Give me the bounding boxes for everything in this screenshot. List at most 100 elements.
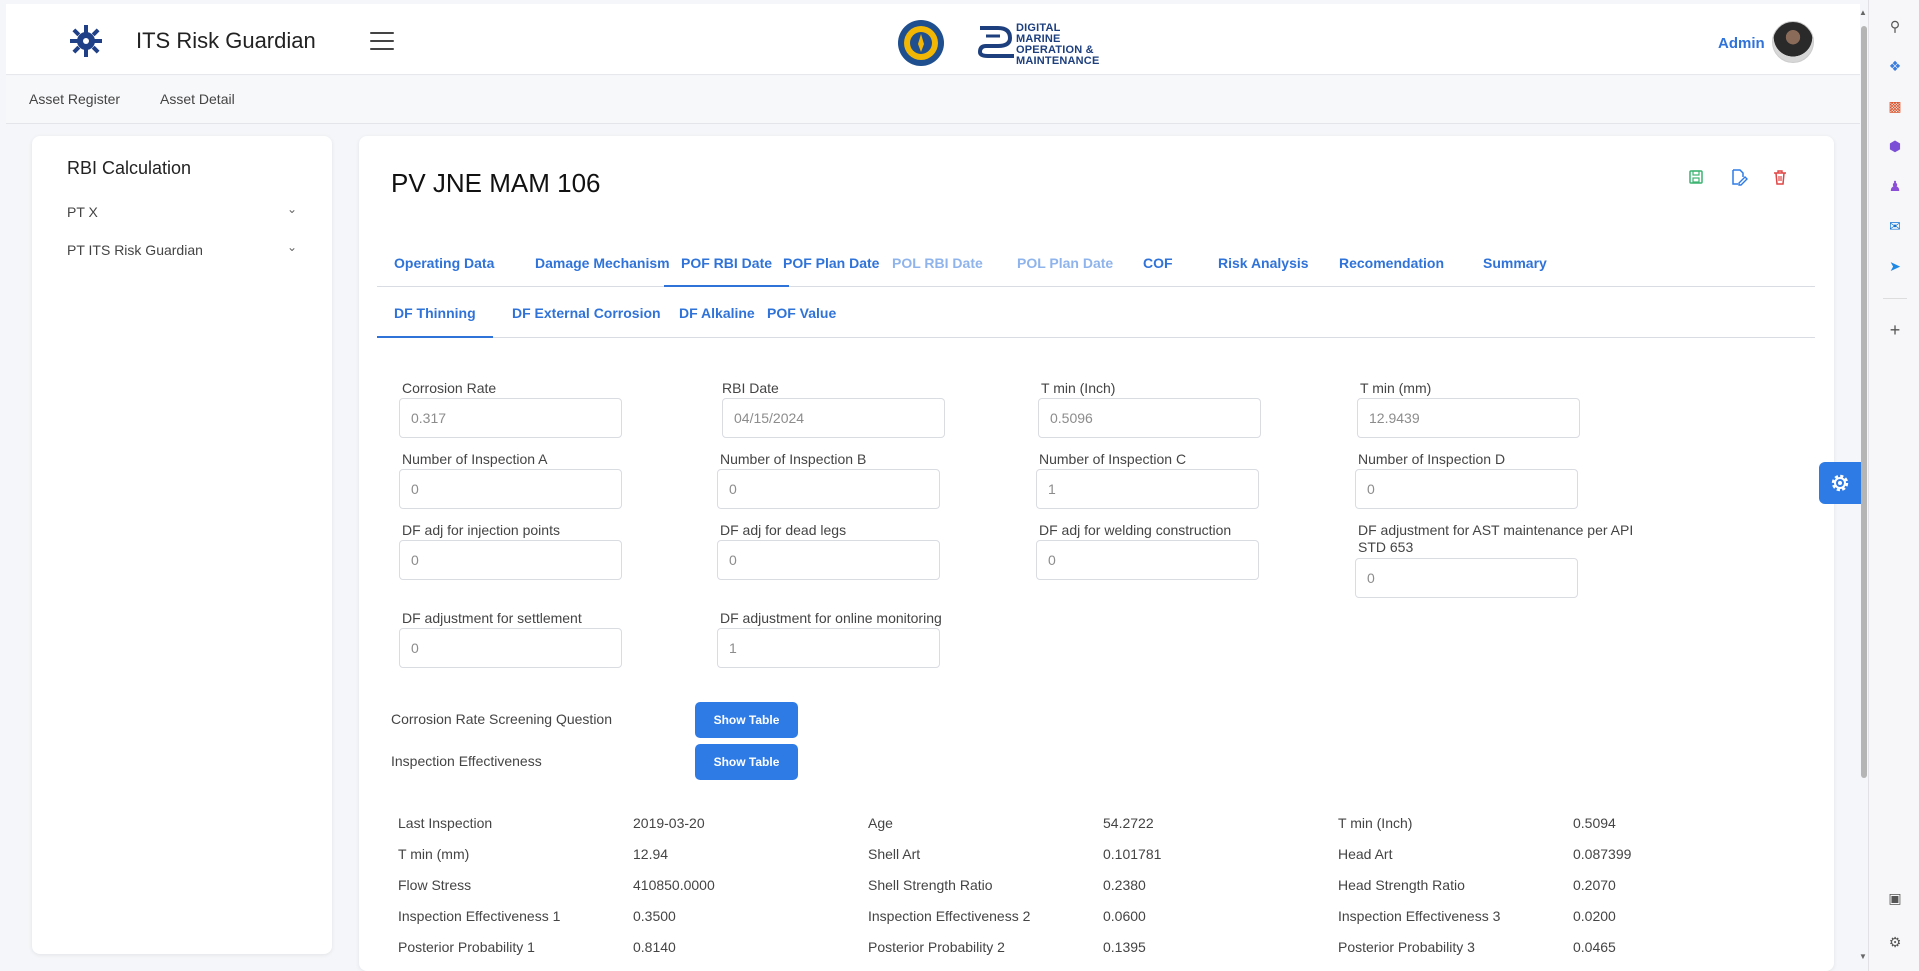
field-tmin-inch: T min (Inch): [1038, 380, 1338, 438]
result-label: Inspection Effectiveness 2: [868, 908, 1031, 924]
send-icon[interactable]: ➤: [1885, 256, 1905, 276]
df-welding-construction-input[interactable]: [1036, 540, 1259, 580]
show-table-button[interactable]: Show Table: [695, 744, 798, 780]
chevron-down-icon: ⌄: [286, 202, 297, 216]
result-value: 0.0600: [1103, 908, 1146, 924]
screenshot-icon[interactable]: ▣: [1885, 888, 1905, 908]
settings-icon[interactable]: ⚙: [1885, 932, 1905, 952]
field-inspection-a: Number of Inspection A: [399, 451, 699, 509]
result-label: T min (Inch): [1338, 815, 1413, 831]
sidebar-item-pt-x[interactable]: PT X ⌄: [67, 202, 297, 220]
inspection-a-input[interactable]: [399, 469, 622, 509]
tab-risk-analysis[interactable]: Risk Analysis: [1201, 240, 1326, 287]
app-logo-icon[interactable]: [66, 22, 106, 60]
floating-settings-button[interactable]: [1819, 462, 1861, 504]
tmin-inch-input[interactable]: [1038, 398, 1261, 438]
field-label: T min (mm): [1360, 380, 1432, 396]
main-panel: PV JNE MAM 106 Operating Data Damage Mec…: [359, 136, 1834, 971]
field-df-dead-legs: DF adj for dead legs: [717, 522, 1017, 580]
result-label: Inspection Effectiveness 1: [398, 908, 561, 924]
outlook-icon[interactable]: ✉: [1885, 216, 1905, 236]
tab-pof-value[interactable]: POF Value: [750, 288, 853, 338]
save-icon[interactable]: [1685, 166, 1707, 188]
inspection-c-input[interactable]: [1036, 469, 1259, 509]
result-label: Posterior Probability 1: [398, 939, 535, 955]
field-inspection-d: Number of Inspection D: [1355, 451, 1655, 509]
result-label: Posterior Probability 3: [1338, 939, 1475, 955]
result-label: Posterior Probability 2: [868, 939, 1005, 955]
result-value: 54.2722: [1103, 815, 1154, 831]
tab-df-thinning[interactable]: DF Thinning: [377, 288, 493, 338]
delete-icon[interactable]: [1769, 166, 1791, 188]
games-icon[interactable]: ♟: [1885, 176, 1905, 196]
tab-operating-data[interactable]: Operating Data: [377, 240, 511, 287]
brand-text: DIGITAL MARINE OPERATION & MAINTENANCE: [1016, 23, 1099, 67]
edit-icon[interactable]: [1727, 166, 1749, 188]
tab-pol-plan-date[interactable]: POL Plan Date: [1000, 240, 1130, 287]
inspection-d-input[interactable]: [1355, 469, 1578, 509]
field-df-ast-maintenance: DF adjustment for AST maintenance per AP…: [1355, 522, 1645, 598]
field-label: RBI Date: [722, 380, 779, 396]
tab-summary[interactable]: Summary: [1466, 240, 1564, 287]
field-df-injection-points: DF adj for injection points: [399, 522, 699, 580]
result-value: 12.94: [633, 846, 669, 862]
scroll-thumb[interactable]: [1861, 26, 1867, 778]
show-table-button[interactable]: Show Table: [695, 702, 798, 738]
result-value: 0.1395: [1103, 939, 1146, 955]
result-value: 0.0465: [1573, 939, 1616, 955]
field-corrosion-rate: Corrosion Rate: [399, 380, 699, 438]
breadcrumb: Asset Register Asset Detail: [6, 76, 1860, 124]
scroll-up-icon[interactable]: ▲: [1859, 8, 1867, 17]
corrosion-rate-input[interactable]: [399, 398, 622, 438]
breadcrumb-asset-register[interactable]: Asset Register: [29, 91, 120, 107]
app-title: ITS Risk Guardian: [136, 28, 316, 53]
user-name[interactable]: Admin: [1718, 35, 1765, 52]
result-label: Shell Strength Ratio: [868, 877, 993, 893]
tag-icon[interactable]: ❖: [1885, 56, 1905, 76]
df-online-monitoring-input[interactable]: [717, 628, 940, 668]
result-value: 0.2380: [1103, 877, 1146, 893]
sub-tabs: DF Thinning DF External Corrosion DF Alk…: [377, 288, 1815, 338]
rbi-date-input[interactable]: [722, 398, 945, 438]
sidebar-item-pt-its-risk-guardian[interactable]: PT ITS Risk Guardian ⌄: [67, 240, 297, 258]
df-injection-points-input[interactable]: [399, 540, 622, 580]
df-ast-maintenance-input[interactable]: [1355, 558, 1578, 598]
sidebar: RBI Calculation PT X ⌄ PT ITS Risk Guard…: [32, 136, 332, 954]
briefcase-icon[interactable]: ▩: [1885, 96, 1905, 116]
result-label: Shell Art: [868, 846, 921, 862]
avatar[interactable]: [1772, 21, 1814, 63]
sidebar-item-label: PT X: [67, 204, 98, 220]
field-df-welding-construction: DF adj for welding construction: [1036, 522, 1336, 580]
field-tmin-mm: T min (mm): [1357, 380, 1657, 438]
tab-df-external-corrosion[interactable]: DF External Corrosion: [495, 288, 678, 338]
breadcrumb-asset-detail[interactable]: Asset Detail: [160, 91, 235, 107]
field-df-online-monitoring: DF adjustment for online monitoring: [717, 610, 1017, 668]
copilot-icon[interactable]: ⬢: [1885, 136, 1905, 156]
inspection-b-input[interactable]: [717, 469, 940, 509]
result-label: T min (mm): [398, 846, 470, 862]
tab-damage-mechanism[interactable]: Damage Mechanism: [518, 240, 687, 287]
field-df-settlement: DF adjustment for settlement: [399, 610, 699, 668]
result-label: Last Inspection: [398, 815, 493, 831]
tab-pol-rbi-date[interactable]: POL RBI Date: [875, 240, 1000, 287]
chevron-down-icon: ⌄: [286, 240, 297, 254]
tmin-mm-input[interactable]: [1357, 398, 1580, 438]
add-icon[interactable]: +: [1885, 320, 1905, 340]
tab-recomendation[interactable]: Recomendation: [1322, 240, 1461, 287]
field-label: Corrosion Rate: [402, 380, 497, 396]
field-label: Number of Inspection A: [402, 451, 548, 467]
scroll-down-icon[interactable]: ▼: [1859, 952, 1867, 961]
result-value: 0.2070: [1573, 877, 1616, 893]
field-label: Number of Inspection C: [1039, 451, 1187, 467]
df-settlement-input[interactable]: [399, 628, 622, 668]
result-label: Flow Stress: [398, 877, 472, 893]
menu-toggle-icon[interactable]: [370, 32, 394, 50]
df-dead-legs-input[interactable]: [717, 540, 940, 580]
result-label: Head Strength Ratio: [1338, 877, 1465, 893]
tab-cof[interactable]: COF: [1126, 240, 1190, 287]
page-scrollbar[interactable]: ▲ ▼: [1859, 8, 1868, 962]
result-value: 0.101781: [1103, 846, 1162, 862]
field-label: T min (Inch): [1041, 380, 1116, 396]
search-icon[interactable]: ⚲: [1885, 16, 1905, 36]
result-label: Inspection Effectiveness 3: [1338, 908, 1501, 924]
